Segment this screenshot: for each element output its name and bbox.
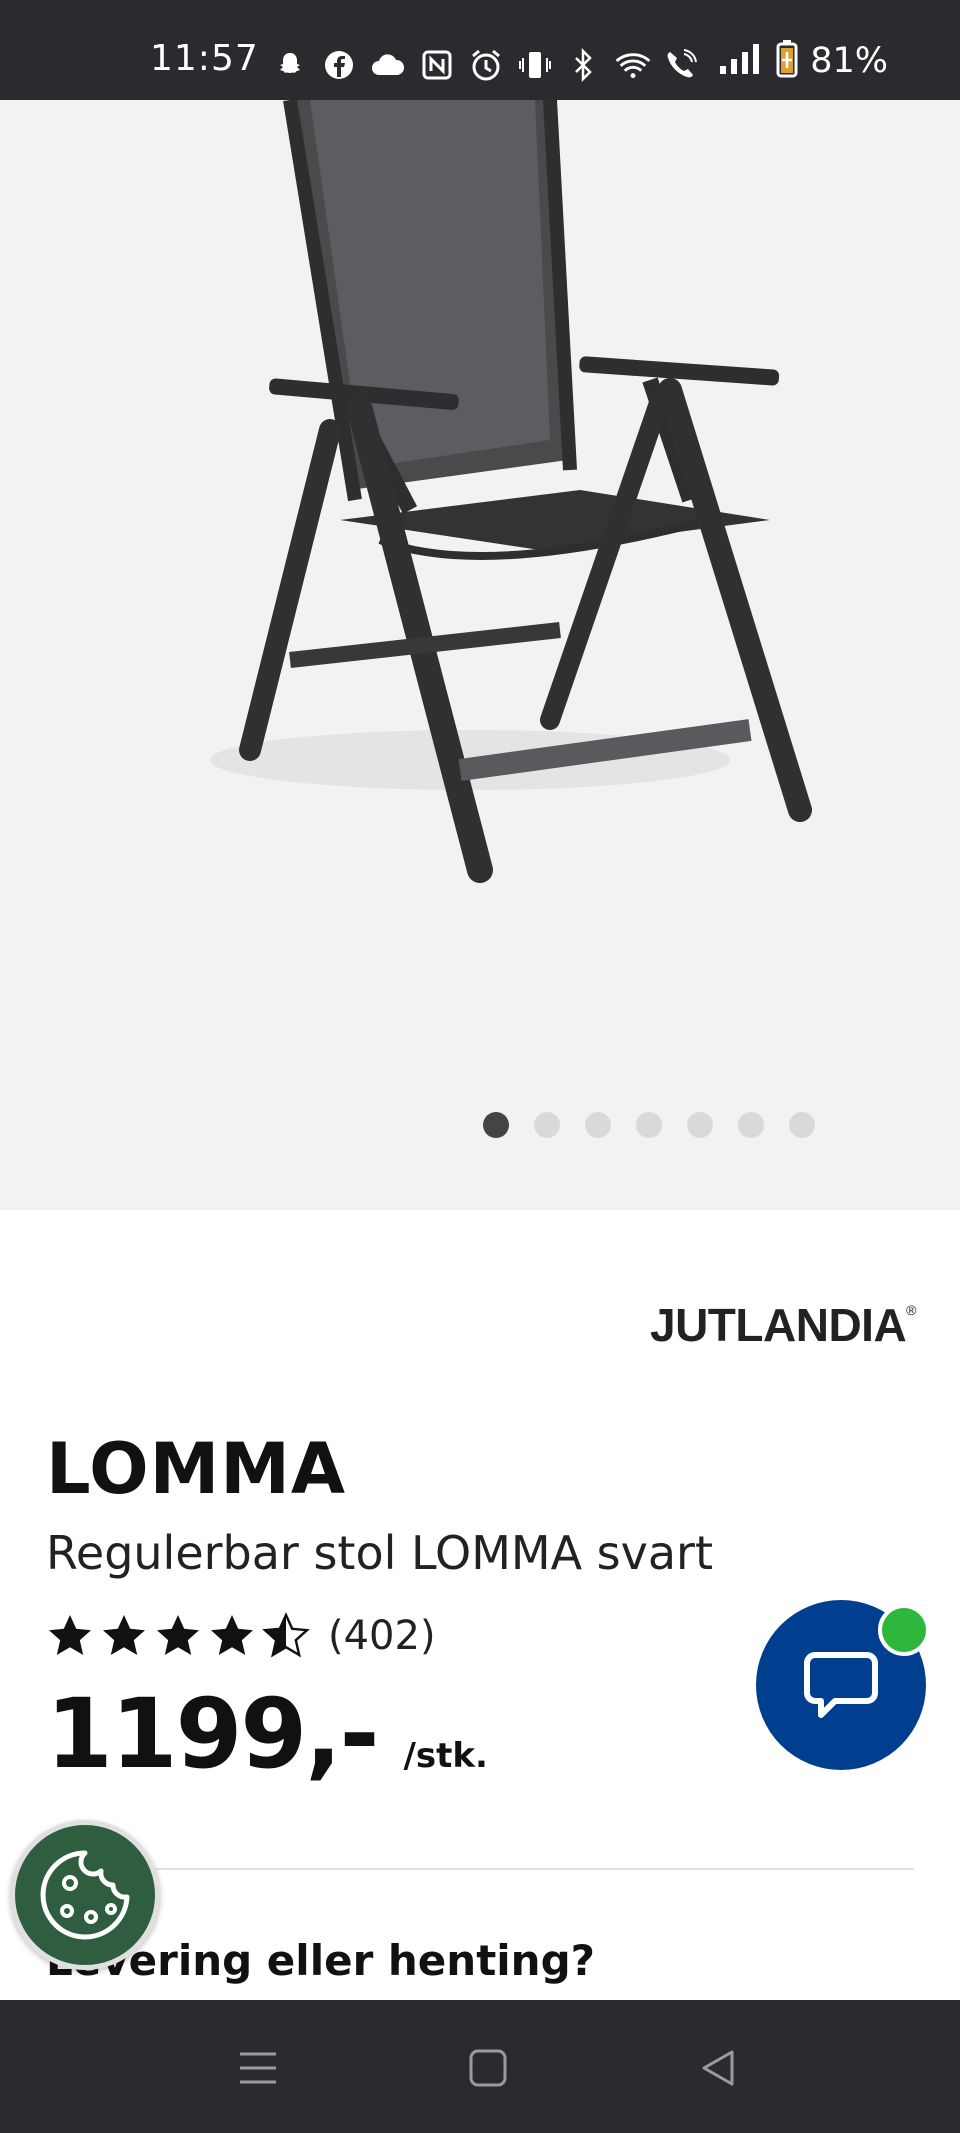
gallery-dot[interactable]: [789, 1112, 815, 1138]
star-full-icon: [211, 1615, 253, 1655]
star-full-icon: [103, 1615, 145, 1655]
facebook-icon: [321, 47, 357, 83]
nfc-icon: [419, 47, 455, 83]
gallery-dot[interactable]: [585, 1112, 611, 1138]
product-price: 1199,- /stk.: [46, 1678, 488, 1790]
square-icon: [469, 2049, 507, 2087]
signal-icon: [718, 42, 764, 80]
star-full-icon: [49, 1615, 91, 1655]
review-count[interactable]: (402): [328, 1613, 436, 1659]
section-divider: [140, 1868, 914, 1870]
menu-lines-icon: [240, 2052, 276, 2084]
battery-percentage: 81%: [810, 41, 888, 81]
gallery-dot[interactable]: [534, 1112, 560, 1138]
product-image-gallery[interactable]: [0, 100, 960, 1210]
bluetooth-icon: [566, 47, 602, 83]
brand-logo[interactable]: JUTLANDIA®: [650, 1298, 916, 1352]
alarm-icon: [468, 47, 504, 83]
star-half-icon: [262, 1612, 310, 1658]
chair-product-image: [210, 100, 812, 883]
chat-online-badge: [878, 1604, 930, 1656]
wifi-call-icon: [664, 47, 700, 83]
recent-apps-button[interactable]: [230, 2040, 286, 2096]
battery-icon: [776, 40, 798, 82]
gallery-pagination: [483, 1112, 815, 1138]
home-button[interactable]: [460, 2040, 516, 2096]
system-nav-bar: [0, 2000, 960, 2133]
product-rating[interactable]: (402): [46, 1612, 436, 1660]
brand-name: JUTLANDIA: [650, 1299, 907, 1351]
status-notification-icons: [272, 40, 700, 90]
gallery-dot[interactable]: [687, 1112, 713, 1138]
chat-bubble-icon: [804, 1652, 878, 1718]
status-right-group: 81%: [718, 40, 888, 82]
gallery-dot[interactable]: [738, 1112, 764, 1138]
price-unit: /stk.: [403, 1736, 488, 1776]
back-button[interactable]: [690, 2040, 746, 2096]
gallery-dot[interactable]: [636, 1112, 662, 1138]
vibrate-icon: [517, 47, 553, 83]
star-full-icon: [157, 1615, 199, 1655]
cookie-settings-button[interactable]: [10, 1820, 160, 1970]
cookie-icon: [40, 1850, 130, 1940]
status-bar: 11:57 81%: [0, 0, 960, 100]
gallery-dot[interactable]: [483, 1112, 509, 1138]
price-value: 1199,-: [46, 1678, 379, 1790]
wifi-icon: [615, 47, 651, 83]
brand-trademark: ®: [906, 1302, 916, 1318]
product-subtitle: Regulerbar stol LOMMA svart: [46, 1526, 713, 1580]
status-time: 11:57: [150, 38, 259, 79]
snapchat-icon: [272, 47, 308, 83]
cloud-icon: [370, 47, 406, 83]
back-triangle-icon: [702, 2050, 734, 2086]
product-title: LOMMA: [46, 1428, 347, 1510]
